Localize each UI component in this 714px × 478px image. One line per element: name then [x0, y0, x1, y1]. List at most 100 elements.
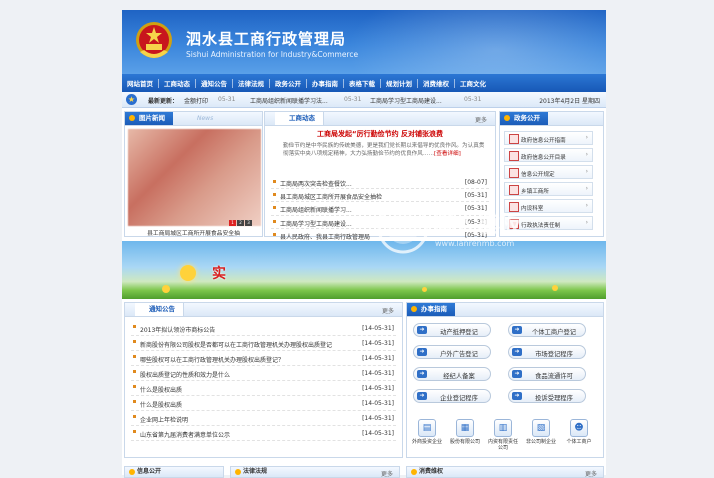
list-item-title[interactable]: 哪些股权可以在工商行政管理机关办理股权出质登记？ — [140, 355, 284, 364]
guide-button-label: 市场登记程序 — [535, 351, 573, 358]
news-headline[interactable]: 工商局发起“厉行勤俭节约 反对铺张浪费 — [265, 129, 495, 139]
list-item[interactable]: 什么是股权出质 [14-05-31] — [131, 381, 396, 396]
list-item-date: [05-31] — [464, 192, 487, 200]
guide-button[interactable]: ➜ 市场登记程序 — [508, 345, 586, 359]
bullet-icon — [273, 193, 276, 197]
gov-open-item[interactable]: 政府信息公开指南 › — [504, 131, 593, 145]
ticker-item[interactable]: 工商局学习型工商局建设... — [370, 96, 442, 105]
list-item-title[interactable]: 山东省第九届消费者满意单位公示 — [140, 430, 230, 439]
service-label: 内资有限责任公司 — [487, 439, 518, 451]
guide-button[interactable]: ➜ 经纪人备案 — [413, 367, 491, 381]
ticker-item[interactable]: 工商局组织新闻联播学习法... — [250, 96, 328, 105]
tab-notice[interactable]: 通知公告 — [135, 303, 184, 316]
guide-button[interactable]: ➜ 个体工商户登记 — [508, 323, 586, 337]
nav-item-2[interactable]: 通知公告 — [196, 78, 232, 88]
list-item[interactable]: 什么是股权出质 [14-05-31] — [131, 396, 396, 411]
list-item[interactable]: 企业网上年检说明 [14-05-31] — [131, 411, 396, 426]
list-item[interactable]: 县工商局城区工商所开展食品安全抽检 [05-31] — [271, 189, 489, 203]
bottom-tab[interactable]: 信息公开 — [125, 467, 167, 477]
guide-button[interactable]: ➜ 动产抵押登记 — [413, 323, 491, 337]
nav-item-8[interactable]: 消费维权 — [418, 78, 454, 88]
service-shortcut[interactable]: ▧ 非公司制企业 — [525, 419, 557, 445]
star-icon: ★ — [126, 94, 137, 105]
bottom-tab[interactable]: 法律法规 — [231, 467, 273, 477]
gov-open-item[interactable]: 信息公开规定 › — [504, 165, 593, 179]
list-item-title[interactable]: 工商局两次突击检查餐饮... — [280, 179, 352, 188]
list-item-title[interactable]: 县人民政府、我县工商行政管理局 — [280, 232, 370, 241]
list-item[interactable]: 股权出质登记的性质和效力是什么 [14-05-31] — [131, 366, 396, 381]
list-item-title[interactable]: 企业网上年检说明 — [140, 415, 188, 424]
list-item-date: [14-05-31] — [362, 385, 394, 392]
guide-button[interactable]: ➜ 食品流通许可 — [508, 367, 586, 381]
nav-item-1[interactable]: 工商动态 — [159, 78, 195, 88]
detail-link[interactable]: [查看详细] — [434, 151, 461, 157]
list-item[interactable]: 工商局学习型工商局建设... [05-31] — [271, 216, 489, 229]
banner-slogan: 实 — [212, 266, 226, 282]
notice-more-link[interactable]: 更多 — [382, 306, 394, 315]
document-icon — [509, 151, 519, 161]
gov-open-title-text: 政务公开 — [514, 114, 540, 122]
nav-item-7[interactable]: 规划计划 — [381, 78, 417, 88]
list-item-title[interactable]: 股权出质登记的性质和效力是什么 — [140, 370, 230, 379]
nav-item-0[interactable]: 网站首页 — [122, 78, 158, 88]
guide-button-label: 投诉受理程序 — [535, 395, 573, 402]
list-item[interactable]: 山东省第九届消费者满意单位公示 [14-05-31] — [131, 426, 396, 441]
slide-dot[interactable]: 1 — [229, 220, 236, 226]
nav-item-9[interactable]: 工商文化 — [455, 78, 491, 88]
gov-open-item[interactable]: 乡镇工商所 › — [504, 182, 593, 196]
nav-item-3[interactable]: 法律法规 — [233, 78, 269, 88]
guide-button-label: 户外广告登记 — [440, 351, 478, 358]
list-item-title[interactable]: 什么是股权出质 — [140, 385, 182, 394]
service-shortcut[interactable]: ▦ 股份有限公司 — [449, 419, 481, 445]
gov-open-item[interactable]: 行政执法责任制 › — [504, 216, 593, 230]
list-item-date: [05-31] — [464, 218, 487, 226]
site-title: 泗水县工商行政管理局 — [186, 30, 347, 48]
bottom-tab[interactable]: 消费维权 — [407, 467, 449, 477]
bottom-tab-label: 消费维权 — [419, 468, 444, 475]
guide-button[interactable]: ➜ 投诉受理程序 — [508, 389, 586, 403]
bottom-more-link[interactable]: 更多 — [585, 469, 597, 478]
service-shortcut[interactable]: ▥ 内资有限责任公司 — [487, 419, 519, 451]
list-item[interactable]: 工商局两次突击检查餐饮... [08-07] — [271, 176, 489, 190]
list-item[interactable]: 2013年拟认领汾市商标公告 [14-05-31] — [131, 321, 396, 336]
gov-open-item-label: 政府信息公开目录 — [521, 154, 566, 161]
bottom-more-link[interactable]: 更多 — [381, 469, 393, 478]
nav-item-6[interactable]: 表格下载 — [344, 78, 380, 88]
gov-open-item[interactable]: 政府信息公开目录 › — [504, 148, 593, 162]
bullet-icon — [273, 206, 276, 210]
slogan-banner: 实 — [122, 241, 606, 299]
list-item[interactable]: 新商股份有限公司股权是否都可以在工商行政管理机关办理股权出质登记 [14-05-3… — [131, 336, 396, 351]
list-item-title[interactable]: 工商局组织新闻联播学习... — [280, 205, 352, 214]
slide-dot[interactable]: 2 — [237, 220, 244, 226]
news-more-link[interactable]: 更多 — [475, 115, 487, 124]
tab-news[interactable]: 工商动态 — [275, 112, 324, 125]
service-shortcut[interactable]: ☻ 个体工商户 — [563, 419, 595, 445]
tab-notice-label: 通知公告 — [149, 305, 175, 313]
current-date: 2013年4月2日 星期四 — [539, 98, 600, 105]
slide-indicators: 1 2 3 — [229, 220, 252, 226]
news-summary: 勤俭节约是中华民族的传统美德，更是我们党长期以来倡导的优良作风。为认真贯彻落实中… — [283, 142, 485, 158]
nav-item-5[interactable]: 办事指南 — [307, 78, 343, 88]
nav-item-4[interactable]: 政务公开 — [270, 78, 306, 88]
service-shortcut[interactable]: ▤ 外商投资企业 — [411, 419, 443, 445]
bullet-icon — [133, 340, 136, 343]
list-item[interactable]: 县人民政府、我县工商行政管理局 [05-31] — [271, 229, 489, 242]
gov-open-item[interactable]: 内设科室 › — [504, 199, 593, 213]
bullet-icon — [133, 355, 136, 358]
list-item-title[interactable]: 什么是股权出质 — [140, 400, 182, 409]
list-item[interactable]: 哪些股权可以在工商行政管理机关办理股权出质登记？ [14-05-31] — [131, 351, 396, 366]
slide-dot[interactable]: 3 — [245, 220, 252, 226]
ticker-item[interactable]: 金额打印 — [184, 96, 208, 105]
bullet-icon — [273, 219, 276, 223]
list-item[interactable]: 工商局组织新闻联播学习... [05-31] — [271, 202, 489, 216]
list-item-title[interactable]: 新商股份有限公司股权是否都可以在工商行政管理机关办理股权出质登记 — [140, 340, 332, 349]
photo-news-image[interactable] — [128, 129, 261, 226]
list-item-title[interactable]: 2013年拟认领汾市商标公告 — [140, 325, 215, 334]
site-subtitle: Sishui Administration for Industry&Comme… — [186, 50, 359, 59]
guide-button-label: 动产抵押登记 — [440, 329, 478, 336]
photo-caption[interactable]: 县工商局城区工商所开展食品安全抽 — [125, 228, 262, 237]
guide-button[interactable]: ➜ 户外广告登记 — [413, 345, 491, 359]
list-item-title[interactable]: 工商局学习型工商局建设... — [280, 219, 352, 228]
list-item-title[interactable]: 县工商局城区工商所开展食品安全抽检 — [280, 192, 382, 201]
guide-button[interactable]: ➜ 企业登记程序 — [413, 389, 491, 403]
